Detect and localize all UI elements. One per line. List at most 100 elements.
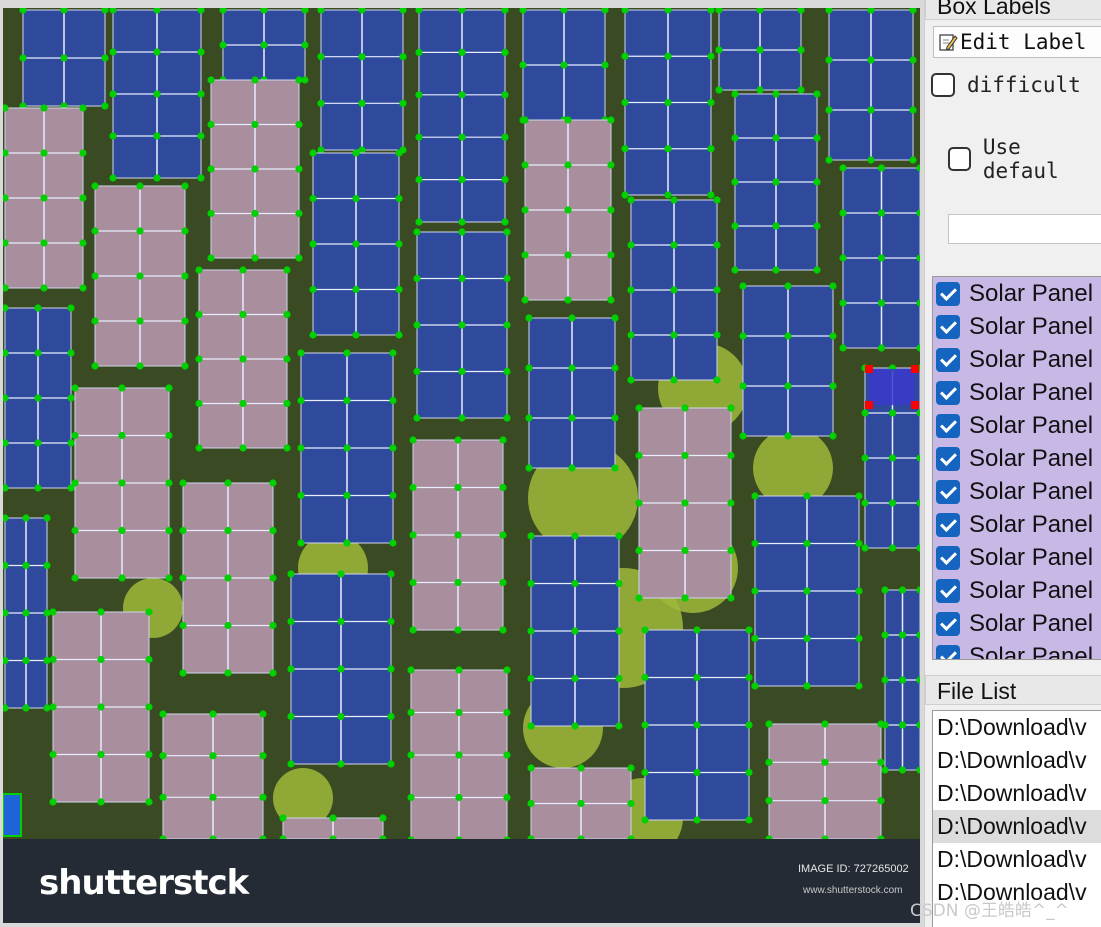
annotation-vertex-point[interactable] bbox=[898, 586, 907, 594]
annotation-vertex-point[interactable] bbox=[503, 666, 511, 674]
annotation-vertex-point[interactable] bbox=[564, 116, 572, 124]
annotation-vertex-point[interactable] bbox=[825, 156, 833, 164]
selected-box-corner-handle[interactable] bbox=[865, 401, 873, 409]
annotation-vertex-point[interactable] bbox=[877, 209, 886, 217]
annotation-vertex-point[interactable] bbox=[825, 106, 833, 114]
annotation-vertex-point[interactable] bbox=[343, 491, 351, 500]
solar-panel-annotation[interactable] bbox=[297, 349, 397, 547]
annotation-vertex-point[interactable] bbox=[413, 228, 421, 236]
annotation-vertex-point[interactable] bbox=[813, 222, 821, 230]
annotation-canvas[interactable]: shutterstck IMAGE ID: 727265002 www.shut… bbox=[0, 0, 924, 927]
annotation-vertex-point[interactable] bbox=[877, 164, 886, 172]
annotation-vertex-point[interactable] bbox=[867, 156, 875, 164]
solar-panel-annotation[interactable] bbox=[3, 304, 75, 492]
annotation-vertex-point[interactable] bbox=[751, 492, 759, 500]
annotation-vertex-point[interactable] bbox=[239, 399, 247, 408]
annotation-vertex-point[interactable] bbox=[387, 760, 395, 768]
solar-panel-annotation[interactable] bbox=[3, 104, 87, 292]
annotation-vertex-point[interactable] bbox=[745, 768, 753, 777]
annotation-vertex-point[interactable] bbox=[521, 116, 529, 124]
annotation-vertex-point[interactable] bbox=[681, 404, 689, 412]
annotation-vertex-point[interactable] bbox=[713, 196, 721, 204]
annotation-vertex-point[interactable] bbox=[564, 296, 572, 304]
annotation-vertex-point[interactable] bbox=[181, 362, 189, 370]
annotation-vertex-point[interactable] bbox=[670, 241, 678, 249]
annotation-vertex-point[interactable] bbox=[877, 758, 885, 766]
file-list-item[interactable]: D:\Download\v bbox=[933, 843, 1101, 876]
annotation-vertex-point[interactable] bbox=[34, 304, 42, 312]
annotation-vertex-point[interactable] bbox=[251, 120, 259, 129]
annotation-vertex-point[interactable] bbox=[145, 750, 153, 759]
annotation-vertex-point[interactable] bbox=[454, 626, 462, 634]
solar-panel-annotation[interactable] bbox=[219, 8, 309, 84]
annotation-vertex-point[interactable] bbox=[503, 414, 511, 422]
annotation-vertex-point[interactable] bbox=[670, 196, 678, 204]
solar-panel-annotation[interactable] bbox=[527, 764, 635, 839]
annotation-vertex-point[interactable] bbox=[527, 627, 535, 635]
annotation-vertex-point[interactable] bbox=[389, 539, 397, 547]
annotation-vertex-point[interactable] bbox=[109, 48, 117, 56]
annotation-vertex-point[interactable] bbox=[145, 655, 153, 664]
annotation-vertex-point[interactable] bbox=[195, 310, 203, 319]
annotation-vertex-point[interactable] bbox=[297, 349, 305, 357]
solar-panel-annotation[interactable] bbox=[521, 116, 615, 304]
annotation-vertex-point[interactable] bbox=[627, 241, 635, 249]
annotation-vertex-point[interactable] bbox=[615, 532, 623, 540]
annotation-vertex-point[interactable] bbox=[635, 404, 643, 412]
annotation-vertex-point[interactable] bbox=[49, 608, 57, 616]
annotation-vertex-point[interactable] bbox=[415, 176, 423, 184]
annotation-vertex-point[interactable] bbox=[713, 376, 721, 384]
annotation-vertex-point[interactable] bbox=[409, 531, 417, 539]
annotation-vertex-point[interactable] bbox=[197, 174, 205, 182]
annotation-vertex-point[interactable] bbox=[179, 669, 187, 677]
annotation-vertex-point[interactable] bbox=[389, 396, 397, 405]
solar-panel-annotation[interactable] bbox=[207, 76, 303, 262]
annotation-vertex-point[interactable] bbox=[503, 367, 511, 376]
annotation-vertex-point[interactable] bbox=[207, 165, 215, 173]
solar-panel-annotation[interactable] bbox=[825, 8, 917, 164]
annotation-vertex-point[interactable] bbox=[756, 86, 764, 94]
annotation-vertex-point[interactable] bbox=[287, 665, 295, 673]
annotation-vertex-point[interactable] bbox=[165, 479, 173, 487]
annotation-vertex-point[interactable] bbox=[118, 479, 126, 487]
annotation-vertex-point[interactable] bbox=[395, 240, 403, 248]
annotation-vertex-point[interactable] bbox=[413, 274, 421, 283]
solar-panel-annotation[interactable] bbox=[159, 710, 267, 839]
annotation-vertex-point[interactable] bbox=[283, 266, 291, 274]
solar-panel-annotation[interactable] bbox=[49, 608, 153, 806]
solar-panel-annotation[interactable] bbox=[751, 492, 863, 690]
solar-panel-annotation[interactable] bbox=[415, 8, 509, 226]
annotation-vertex-point[interactable] bbox=[503, 751, 511, 759]
annotation-vertex-point[interactable] bbox=[727, 451, 735, 460]
solar-panel-annotation[interactable] bbox=[179, 479, 277, 677]
annotation-vertex-point[interactable] bbox=[118, 574, 126, 582]
annotation-vertex-point[interactable] bbox=[279, 814, 287, 822]
annotation-vertex-point[interactable] bbox=[521, 206, 529, 214]
annotation-vertex-point[interactable] bbox=[861, 544, 869, 552]
annotation-vertex-point[interactable] bbox=[693, 768, 701, 777]
annotation-vertex-point[interactable] bbox=[499, 626, 507, 634]
annotation-vertex-point[interactable] bbox=[813, 266, 821, 274]
annotation-vertex-point[interactable] bbox=[283, 310, 291, 319]
label-list-item[interactable]: Solar Panel bbox=[933, 541, 1101, 574]
annotation-vertex-point[interactable] bbox=[259, 752, 267, 760]
annotation-vertex-point[interactable] bbox=[739, 432, 747, 440]
annotation-vertex-point[interactable] bbox=[829, 382, 837, 390]
annotation-vertex-point[interactable] bbox=[571, 532, 579, 540]
annotation-vertex-point[interactable] bbox=[309, 331, 317, 339]
annotation-vertex-point[interactable] bbox=[877, 299, 886, 307]
annotation-vertex-point[interactable] bbox=[415, 133, 423, 141]
annotation-vertex-point[interactable] bbox=[731, 266, 739, 274]
annotation-vertex-point[interactable] bbox=[407, 708, 415, 717]
annotation-vertex-point[interactable] bbox=[909, 156, 917, 164]
annotation-vertex-point[interactable] bbox=[343, 349, 351, 357]
annotation-vertex-point[interactable] bbox=[621, 145, 629, 153]
annotation-vertex-point[interactable] bbox=[909, 106, 917, 114]
annotation-vertex-point[interactable] bbox=[239, 444, 247, 452]
annotation-vertex-point[interactable] bbox=[352, 240, 360, 248]
annotation-vertex-point[interactable] bbox=[455, 793, 463, 802]
annotation-vertex-point[interactable] bbox=[501, 176, 509, 184]
annotation-vertex-point[interactable] bbox=[458, 133, 466, 141]
solar-panel-annotation[interactable] bbox=[71, 384, 173, 582]
annotation-vertex-point[interactable] bbox=[118, 526, 126, 535]
